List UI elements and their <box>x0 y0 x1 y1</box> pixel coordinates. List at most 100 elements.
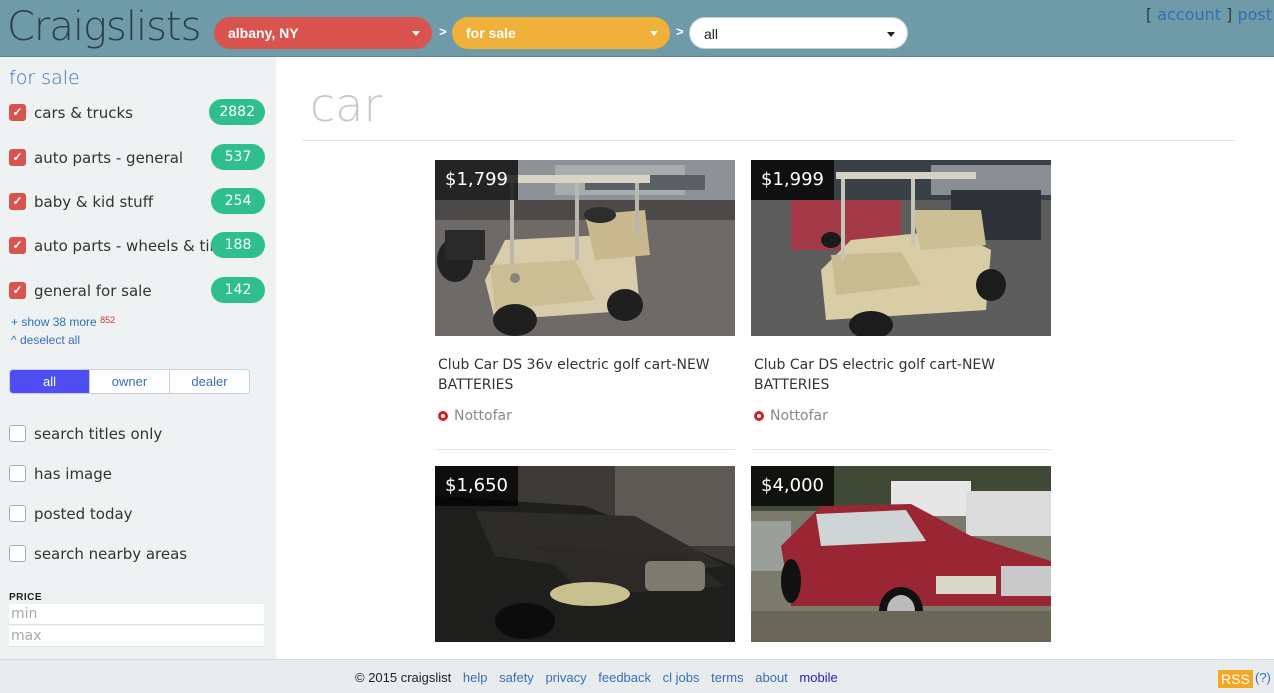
top-header: Craigslists albany, NY > for sale > all … <box>0 0 1274 57</box>
footer-link-help[interactable]: help <box>463 670 488 685</box>
category-filter-label: baby & kid stuff <box>34 193 154 211</box>
post-link[interactable]: post <box>1237 5 1272 24</box>
divider <box>435 449 735 450</box>
price-tag: $1,799 <box>435 160 518 200</box>
tab-owner[interactable]: owner <box>90 370 170 393</box>
seller-type-toggle: all owner dealer <box>9 369 250 394</box>
listing-card[interactable]: $1,650 <box>435 466 735 642</box>
category-filter-row[interactable]: ✓ auto parts - general 537 <box>9 143 265 173</box>
footer: © 2015 craigslist help safety privacy fe… <box>0 659 1274 693</box>
subcategory-selector[interactable]: all <box>689 17 908 49</box>
checkbox[interactable] <box>9 425 26 442</box>
category-filter-label: general for sale <box>34 282 152 300</box>
category-filter-label: auto parts - general <box>34 149 184 167</box>
rss-help-link[interactable]: (?) <box>1255 670 1271 685</box>
sidebar-title[interactable]: for sale <box>9 67 80 89</box>
price-tag: $1,650 <box>435 466 518 506</box>
listing-title[interactable]: Club Car DS electric golf cart-NEW BATTE… <box>754 355 1044 395</box>
subcategory-label: all <box>704 26 719 42</box>
account-link[interactable]: account <box>1157 5 1221 24</box>
show-more-label: + show 38 more <box>11 315 97 329</box>
checkmark-icon[interactable]: ✓ <box>9 104 26 121</box>
count-badge: 254 <box>211 188 265 214</box>
area-selector[interactable]: albany, NY <box>214 17 432 49</box>
divider <box>302 140 1236 141</box>
filter-sidebar: for sale ✓ cars & trucks 2882 ✓ auto par… <box>0 57 276 659</box>
price-min-input[interactable]: min <box>9 604 264 625</box>
checkmark-icon[interactable]: ✓ <box>9 237 26 254</box>
footer-links: © 2015 craigslist help safety privacy fe… <box>355 670 846 685</box>
listing-location: Nottofar <box>754 408 828 424</box>
listing-photo[interactable]: $1,999 <box>751 160 1051 336</box>
search-query-title: car <box>310 78 383 132</box>
footer-link-about[interactable]: about <box>755 670 788 685</box>
listing-location: Nottofar <box>438 408 512 424</box>
divider <box>751 449 1051 450</box>
nearby-areas-option[interactable]: search nearby areas <box>9 543 259 565</box>
show-more-count: 852 <box>100 315 116 325</box>
tab-dealer[interactable]: dealer <box>170 370 249 393</box>
footer-link-mobile[interactable]: mobile <box>799 670 837 685</box>
footer-link-cl-jobs[interactable]: cl jobs <box>663 670 700 685</box>
listing-photo[interactable]: $4,000 <box>751 466 1051 642</box>
bracket: ] <box>1226 5 1233 24</box>
tab-all[interactable]: all <box>10 370 90 393</box>
area-label: albany, NY <box>228 25 299 41</box>
footer-link-feedback[interactable]: feedback <box>598 670 651 685</box>
location-label: Nottofar <box>770 408 828 424</box>
search-titles-option[interactable]: search titles only <box>9 423 259 445</box>
listing-photo[interactable]: $1,799 <box>435 160 735 336</box>
footer-link-terms[interactable]: terms <box>711 670 744 685</box>
site-logo[interactable]: Craigslists <box>7 4 201 50</box>
option-label: posted today <box>34 505 133 523</box>
footer-link-safety[interactable]: safety <box>499 670 534 685</box>
category-filter-row[interactable]: ✓ cars & trucks 2882 <box>9 98 265 128</box>
category-filter-row[interactable]: ✓ auto parts - wheels & tires 188 <box>9 231 265 261</box>
rss-button[interactable]: RSS <box>1218 670 1253 688</box>
copyright: © 2015 craigslist <box>355 670 452 685</box>
option-label: has image <box>34 465 113 483</box>
location-label: Nottofar <box>454 408 512 424</box>
checkmark-icon[interactable]: ✓ <box>9 193 26 210</box>
posted-today-option[interactable]: posted today <box>9 503 259 525</box>
deselect-all-link[interactable]: ^ deselect all <box>11 333 80 347</box>
category-filter-row[interactable]: ✓ general for sale 142 <box>9 276 265 306</box>
option-label: search nearby areas <box>34 545 188 563</box>
count-badge: 537 <box>211 144 265 170</box>
price-heading: PRICE <box>9 592 43 603</box>
chevron-down-icon <box>887 32 895 37</box>
account-links: [ account ] post <box>1146 5 1272 24</box>
checkbox[interactable] <box>9 505 26 522</box>
price-max-input[interactable]: max <box>9 626 264 647</box>
category-filter-label: cars & trucks <box>34 104 133 122</box>
listing-photo[interactable]: $1,650 <box>435 466 735 642</box>
chevron-down-icon <box>650 31 658 36</box>
checkbox[interactable] <box>9 545 26 562</box>
count-badge: 188 <box>211 232 265 258</box>
footer-link-privacy[interactable]: privacy <box>545 670 586 685</box>
price-tag: $1,999 <box>751 160 834 200</box>
location-pin-icon <box>438 411 448 421</box>
breadcrumb-separator: > <box>439 24 447 39</box>
count-badge: 142 <box>211 277 265 303</box>
listing-card[interactable]: $4,000 <box>751 466 1051 642</box>
listing-title[interactable]: Club Car DS 36v electric golf cart-NEW B… <box>438 355 728 395</box>
category-filter-label: auto parts - wheels & tires <box>34 237 233 255</box>
category-selector[interactable]: for sale <box>452 17 670 49</box>
listing-card[interactable]: $1,999 Club Car DS electric golf cart-NE… <box>751 160 1051 450</box>
category-filter-row[interactable]: ✓ baby & kid stuff 254 <box>9 187 265 217</box>
price-tag: $4,000 <box>751 466 834 506</box>
show-more-link[interactable]: + show 38 more 852 <box>11 315 115 329</box>
listing-card[interactable]: $1,799 Club Car DS 36v electric golf car… <box>435 160 735 450</box>
location-pin-icon <box>754 411 764 421</box>
option-label: search titles only <box>34 425 163 443</box>
checkmark-icon[interactable]: ✓ <box>9 149 26 166</box>
chevron-down-icon <box>412 31 420 36</box>
count-badge: 2882 <box>209 99 265 125</box>
bracket: [ <box>1145 5 1153 24</box>
has-image-option[interactable]: has image <box>9 463 259 485</box>
checkmark-icon[interactable]: ✓ <box>9 282 26 299</box>
category-label: for sale <box>466 25 516 41</box>
checkbox[interactable] <box>9 465 26 482</box>
breadcrumb-separator: > <box>676 24 684 39</box>
